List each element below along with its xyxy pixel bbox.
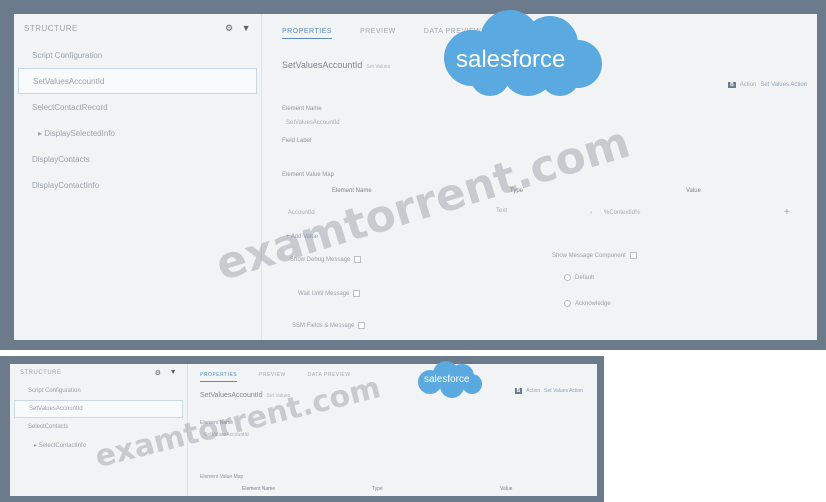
checkbox-icon[interactable]: [353, 290, 361, 297]
gear-icon[interactable]: ⚙: [155, 369, 162, 377]
column-element-name: Element Name: [242, 486, 276, 492]
tab-preview[interactable]: PREVIEW: [259, 372, 286, 382]
tab-data-preview[interactable]: DATA PREVIEW: [308, 372, 351, 382]
sidebar-item-displayselectedinfo[interactable]: ▸ DisplaySelectedInfo: [14, 120, 261, 146]
component-subtitle: Set Values: [266, 393, 291, 399]
show-debug-checkbox[interactable]: Show Debug Message: [290, 256, 362, 263]
column-value: Value: [686, 188, 701, 194]
column-type: Type: [372, 486, 383, 492]
component-title: SetValuesAccountId Set Values: [282, 60, 391, 70]
element-value-map-label: Element Value Map: [282, 172, 334, 178]
structure-header-label: STRUCTURE: [24, 23, 78, 33]
salesforce-logo-small: salesforce: [414, 360, 486, 400]
salesforce-logo-text: salesforce: [424, 374, 470, 385]
sidebar-item-displaycontactinfo[interactable]: DisplayContactInfo: [14, 172, 261, 198]
checkbox-icon[interactable]: [354, 256, 362, 263]
wait-until-checkbox[interactable]: Wait Until Message: [298, 290, 361, 297]
row-value-input[interactable]: %ContextId%: [604, 210, 640, 216]
radio-icon[interactable]: [564, 300, 571, 307]
show-message-checkbox[interactable]: Show Message Component: [552, 252, 637, 259]
ssm-fields-checkbox[interactable]: SSM Fields & Message: [292, 322, 366, 329]
field-label-label: Field Label: [282, 138, 312, 144]
structure-header-label: STRUCTURE: [20, 370, 62, 376]
sidebar-item-script-configuration[interactable]: Script Configuration: [10, 382, 187, 400]
element-name-label: Element Name: [282, 106, 322, 112]
bold-icon[interactable]: B: [514, 388, 523, 394]
designer-tabs: PROPERTIES PREVIEW DATA PREVIEW: [200, 372, 350, 382]
sidebar-item-selectcontacts[interactable]: SelectContacts: [10, 418, 187, 436]
tab-properties[interactable]: PROPERTIES: [200, 372, 238, 382]
element-name-input[interactable]: SetValuesAccountId: [286, 120, 340, 126]
salesforce-logo-text: salesforce: [456, 46, 566, 73]
sidebar-item-setvaluesaccountid[interactable]: SetValuesAccountId: [18, 68, 257, 94]
component-actions: B Action Set Values Action: [728, 82, 807, 88]
add-row-icon[interactable]: +: [784, 207, 790, 218]
component-subtitle: Set Values: [366, 64, 391, 70]
checkbox-icon[interactable]: [629, 252, 637, 259]
row-type-chevron-icon[interactable]: ›: [590, 210, 592, 216]
action-link[interactable]: Set Values Action: [760, 82, 807, 88]
salesforce-logo: salesforce: [432, 8, 610, 100]
checkbox-icon[interactable]: [358, 322, 366, 329]
radio-default[interactable]: Default: [564, 274, 594, 281]
sidebar-item-displaycontacts[interactable]: DisplayContacts: [14, 146, 261, 172]
bottom-designer-panel: STRUCTURE ⚙ ▼ Script Configuration SetVa…: [10, 364, 597, 496]
radio-icon[interactable]: [564, 274, 571, 281]
sidebar-item-selectcontactrecord[interactable]: SelectContactRecord: [14, 94, 261, 120]
sidebar-item-script-configuration[interactable]: Script Configuration: [14, 42, 261, 68]
column-type: Type: [510, 188, 524, 194]
filter-icon[interactable]: ▼: [242, 23, 251, 34]
column-element-name: Element Name: [332, 188, 372, 194]
row-element-name-input[interactable]: AccountId: [288, 210, 315, 216]
element-value-map-label: Element Value Map: [200, 474, 244, 480]
sidebar-item-selectcontactinfo[interactable]: ▸ SelectContactInfo: [10, 436, 187, 454]
filter-icon[interactable]: ▼: [170, 369, 177, 377]
action-label: Action: [739, 82, 757, 88]
structure-header: STRUCTURE ⚙ ▼: [10, 364, 187, 382]
radio-acknowledge[interactable]: Acknowledge: [564, 300, 611, 307]
add-value-link[interactable]: + Add Value: [286, 234, 318, 240]
structure-sidebar: STRUCTURE ⚙ ▼ Script Configuration SetVa…: [14, 14, 262, 340]
component-actions: B Action Set Values Action: [514, 388, 583, 394]
row-type-select[interactable]: Text: [496, 208, 507, 214]
component-title: SetValuesAccountId Set Values: [200, 392, 291, 399]
action-link[interactable]: Set Values Action: [544, 388, 583, 394]
tab-properties[interactable]: PROPERTIES: [282, 28, 332, 39]
action-label: Action: [526, 388, 541, 394]
structure-sidebar: STRUCTURE ⚙ ▼ Script Configuration SetVa…: [10, 364, 188, 496]
element-name-input[interactable]: SetValuesAccountId: [204, 432, 249, 438]
top-designer-panel: STRUCTURE ⚙ ▼ Script Configuration SetVa…: [14, 14, 817, 340]
structure-header: STRUCTURE ⚙ ▼: [14, 14, 261, 42]
column-value: Value: [500, 486, 513, 492]
sidebar-item-setvaluesaccountid[interactable]: SetValuesAccountId: [14, 400, 183, 418]
element-name-label: Element Name: [200, 420, 234, 426]
bold-icon[interactable]: B: [728, 82, 736, 88]
gear-icon[interactable]: ⚙: [225, 23, 234, 34]
tab-preview[interactable]: PREVIEW: [360, 28, 396, 39]
